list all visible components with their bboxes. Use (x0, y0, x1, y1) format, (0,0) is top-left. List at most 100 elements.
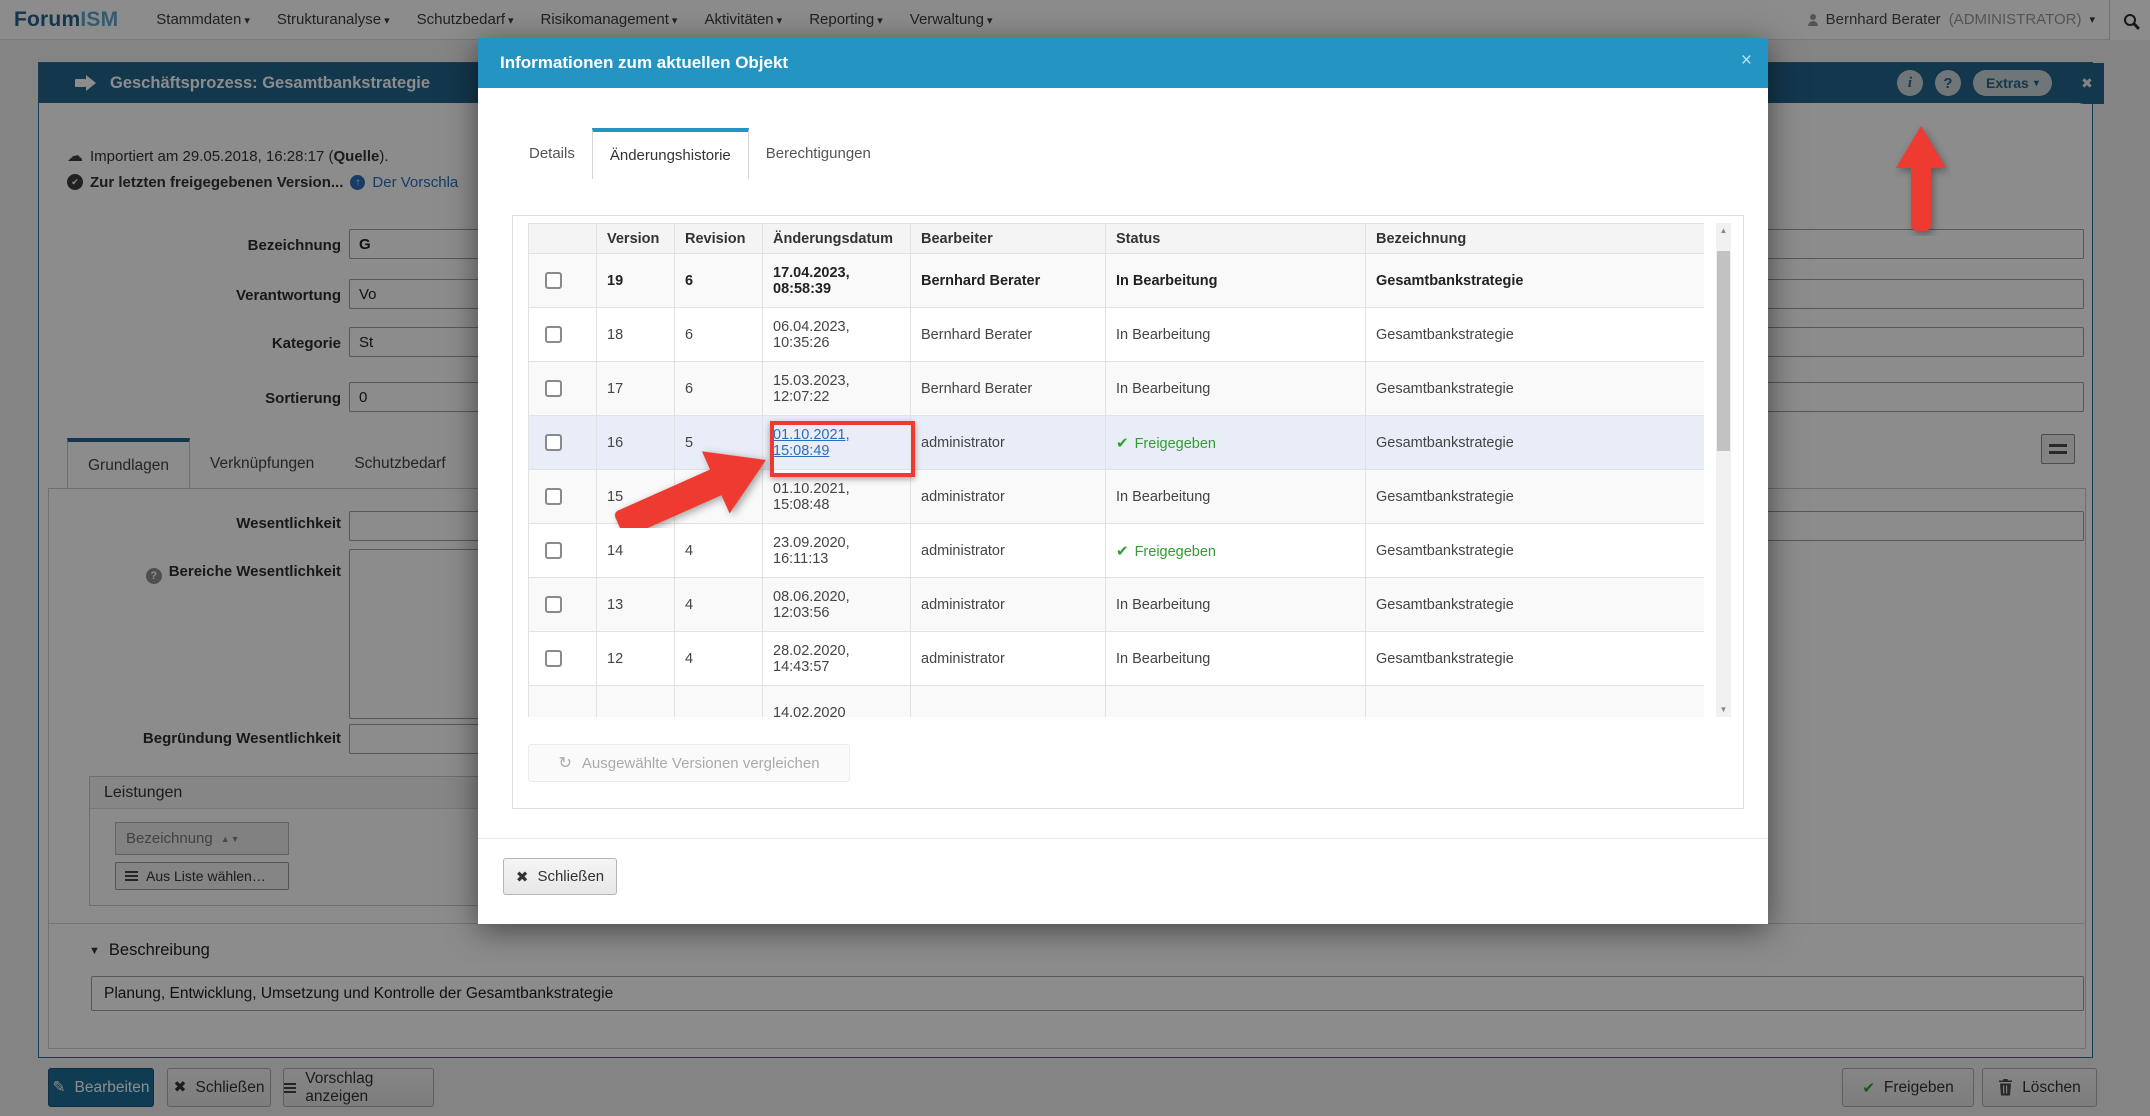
menu-item-5[interactable]: Reporting ▾ (809, 11, 883, 28)
modal-title: Informationen zum aktuellen Objekt (500, 53, 789, 72)
collapse-caret-icon: ▼ (89, 944, 100, 957)
table-scrollbar[interactable]: ▲ ▼ (1716, 223, 1731, 717)
table-view-toggle-button[interactable] (2041, 434, 2075, 464)
info-button[interactable]: i (1897, 70, 1923, 96)
rows-icon (2049, 444, 2067, 447)
scrollbar-thumb[interactable] (1717, 251, 1730, 451)
tab-aenderungshistorie[interactable]: Änderungshistorie (591, 128, 749, 179)
tab-grundlagen[interactable]: Grundlagen (67, 438, 191, 489)
list-icon (125, 871, 138, 873)
vorschlag-anzeigen-button[interactable]: Vorschlag anzeigen (283, 1068, 434, 1107)
search-icon (2124, 13, 2136, 26)
tab-details[interactable]: Details (512, 128, 592, 179)
scroll-down-icon[interactable]: ▼ (1716, 702, 1731, 717)
scroll-up-icon[interactable]: ▲ (1716, 223, 1731, 238)
check-icon: ✔ (1116, 434, 1129, 452)
label-kategorie: Kategorie (271, 335, 341, 352)
chevron-down-icon: ▾ (671, 15, 678, 27)
col-bearbeiter: Bearbeiter (910, 223, 1106, 254)
bearbeiten-button[interactable]: ✎ Bearbeiten (48, 1068, 154, 1107)
chevron-down-icon: ▾ (2033, 77, 2039, 89)
col-checkbox (528, 223, 597, 254)
modal-schliessen-button[interactable]: ✖ Schließen (503, 858, 617, 895)
logo-part2: ISM (80, 7, 119, 31)
freigeben-button[interactable]: ✔ Freigeben (1842, 1068, 1974, 1107)
modal-footer-divider (478, 838, 1768, 839)
col-version: Version (596, 223, 675, 254)
cloud-download-icon: ☁ (67, 148, 83, 165)
label-verantwortung: Verantwortung (235, 287, 341, 304)
aus-liste-waehlen-button[interactable]: Aus Liste wählen… (115, 862, 289, 890)
table-row-version-18[interactable]: 18 6 06.04.2023, 10:35:26 Bernhard Berater In… (528, 307, 1704, 362)
annotation-arrow-date-cell (614, 451, 766, 528)
row-checkbox[interactable] (545, 650, 562, 667)
label-sortierung: Sortierung (265, 390, 341, 407)
x-icon: ✖ (173, 1079, 187, 1096)
tab-schutzbedarf[interactable]: Schutzbedarf (334, 438, 465, 489)
beschreibung-section-header[interactable]: ▼ Beschreibung (89, 941, 210, 960)
extras-button[interactable]: Extras ▾ (1973, 70, 2052, 96)
page-title: Geschäftsprozess: Gesamtbankstrategie (110, 73, 431, 92)
app-logo[interactable]: ForumISM (14, 8, 118, 32)
beschreibung-field[interactable]: Planung, Entwicklung, Umsetzung und Kont… (91, 976, 2084, 1011)
panel-close-button[interactable]: ✖ (2070, 63, 2104, 104)
check-circle-icon: ✔ (67, 174, 83, 190)
label-wesentlichkeit: Wesentlichkeit (236, 515, 341, 532)
search-button[interactable] (2109, 0, 2150, 40)
check-icon: ✔ (1862, 1079, 1875, 1097)
user-menu[interactable]: Bernhard Berater (ADMINISTRATOR) ▾ (1807, 11, 2095, 28)
tab-berechtigungen[interactable]: Berechtigungen (749, 128, 888, 179)
tab-verknuepfungen[interactable]: Verknüpfungen (190, 438, 334, 489)
row-checkbox[interactable] (545, 542, 562, 559)
chevron-down-icon: ▾ (877, 15, 883, 27)
user-name: Bernhard Berater (1825, 11, 1941, 28)
row-checkbox[interactable] (545, 596, 562, 613)
user-icon (1807, 13, 1818, 26)
import-info-line: ☁ Importiert am 29.05.2018, 16:28:17 (Qu… (67, 147, 389, 166)
chevron-down-icon: ▾ (2089, 14, 2095, 26)
row-checkbox[interactable] (545, 488, 562, 505)
table-row-version-19[interactable]: 19 6 17.04.2023, 08:58:39 Bernhard Berater In… (528, 253, 1704, 308)
screen: ForumISM Stammdaten ▾ Strukturanalyse ▾ Schu… (0, 0, 2150, 1116)
top-navbar: ForumISM Stammdaten ▾ Strukturanalyse ▾ Schu… (0, 0, 2150, 40)
help-button[interactable]: ? (1935, 70, 1961, 96)
label-begruendung-wesentlichkeit: Begründung Wesentlichkeit (142, 730, 341, 747)
schliessen-button[interactable]: ✖ Schließen (167, 1068, 271, 1107)
menu-item-2[interactable]: Schutzbedarf ▾ (417, 11, 514, 28)
chevron-down-icon: ▾ (244, 15, 250, 27)
menu-item-4[interactable]: Aktivitäten ▾ (704, 11, 782, 28)
table-row-version-17[interactable]: 17 6 15.03.2023, 12:07:22 Bernhard Berater In… (528, 361, 1704, 416)
row-checkbox[interactable] (545, 434, 562, 451)
table-row-version-14[interactable]: 14 4 23.09.2020, 16:11:13 administrator ✔ Frei… (528, 523, 1704, 578)
col-revision: Revision (674, 223, 763, 254)
help-icon[interactable]: ? (145, 568, 162, 584)
page-tabs: Grundlagen Verknüpfungen Schutzbedarf Bu (67, 438, 525, 489)
refresh-icon: ↻ (558, 755, 572, 772)
chevron-down-icon: ▾ (507, 15, 514, 27)
row-checkbox[interactable] (545, 326, 562, 343)
quelle-link[interactable]: Quelle (333, 148, 379, 165)
table-header-row: Version Revision Änderungsdatum Bearbeit… (528, 223, 1704, 254)
row-checkbox[interactable] (545, 272, 562, 289)
compare-versions-button[interactable]: ↻ Ausgewählte Versionen vergleichen (528, 744, 850, 782)
main-menu: Stammdaten ▾ Strukturanalyse ▾ Schutzbedarf ▾… (156, 11, 992, 28)
chevron-down-icon: ▾ (776, 15, 783, 27)
menu-item-3[interactable]: Risikomanagement ▾ (541, 11, 678, 28)
modal-close-icon[interactable]: × (1741, 50, 1752, 72)
sort-arrows-icon: ▲▼ (220, 833, 241, 844)
leistungen-sort-header[interactable]: Bezeichnung ▲▼ (115, 822, 289, 855)
table-row-partial[interactable]: 14.02.2020 (528, 685, 1704, 717)
table-row-version-13[interactable]: 13 4 08.06.2020, 12:03:56 administrator In Be… (528, 577, 1704, 632)
x-icon: ✖ (515, 868, 529, 886)
list-icon (284, 1082, 297, 1085)
col-aenderungsdatum: Änderungsdatum (762, 223, 911, 254)
logo-part1: Forum (14, 7, 81, 31)
menu-item-6[interactable]: Verwaltung ▾ (910, 11, 993, 28)
row-checkbox[interactable] (545, 380, 562, 397)
loeschen-button[interactable]: Löschen (1982, 1068, 2097, 1107)
table-row-version-12[interactable]: 12 4 28.02.2020, 14:43:57 administrator In Be… (528, 631, 1704, 686)
vorschlag-link[interactable]: Der Vorschla (372, 174, 458, 191)
chevron-down-icon: ▾ (986, 15, 993, 27)
menu-item-0[interactable]: Stammdaten ▾ (156, 11, 250, 28)
menu-item-1[interactable]: Strukturanalyse ▾ (277, 11, 390, 28)
